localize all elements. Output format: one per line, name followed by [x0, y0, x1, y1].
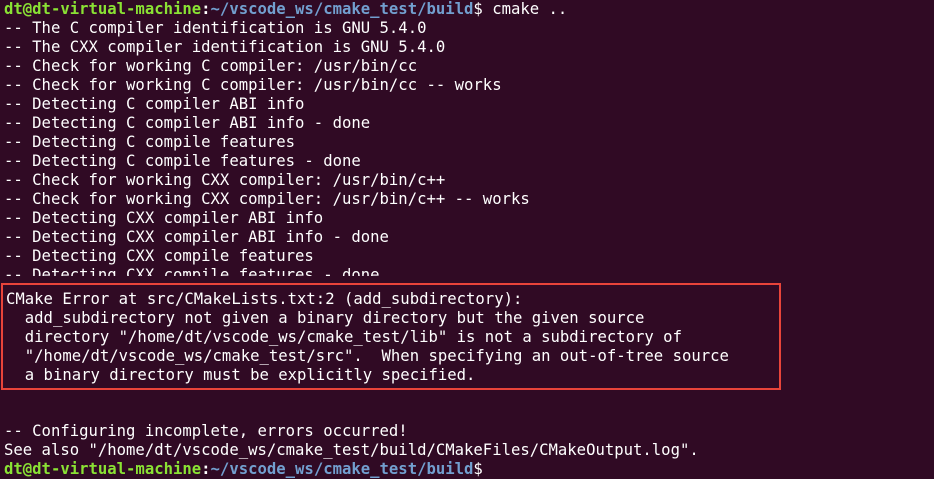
prompt-colon: : [201, 460, 211, 478]
prompt-user-host: dt@dt-virtual-machine [4, 0, 202, 18]
output-line: -- The C compiler identification is GNU … [4, 19, 427, 37]
command-line: dt@dt-virtual-machine:~/vscode_ws/cmake_… [4, 0, 934, 19]
prompt-symbol: $ [473, 460, 483, 478]
error-line: "/home/dt/vscode_ws/cmake_test/src". Whe… [6, 347, 729, 365]
terminal-window[interactable]: dt@dt-virtual-machine:~/vscode_ws/cmake_… [0, 0, 934, 479]
prompt-colon: : [201, 0, 211, 18]
output-line: -- The CXX compiler identification is GN… [4, 38, 446, 56]
log-hint-line: See also "/home/dt/vscode_ws/cmake_test/… [4, 441, 699, 459]
error-line: add_subdirectory not given a binary dire… [6, 309, 645, 327]
output-line: -- Check for working CXX compiler: /usr/… [4, 190, 530, 208]
output-line: -- Check for working C compiler: /usr/bi… [4, 57, 418, 75]
prompt-path: ~/vscode_ws/cmake_test/build [210, 0, 474, 18]
output-line: -- Detecting CXX compile features [4, 247, 314, 265]
status-line: -- Configuring incomplete, errors occurr… [4, 422, 408, 440]
error-line: a binary directory must be explicitly sp… [6, 366, 476, 384]
output-line: -- Detecting C compile features - done [4, 152, 361, 170]
prompt-path: ~/vscode_ws/cmake_test/build [210, 460, 474, 478]
prompt-user-host: dt@dt-virtual-machine [4, 460, 202, 478]
error-line: directory "/home/dt/vscode_ws/cmake_test… [6, 328, 682, 346]
output-line: -- Check for working C compiler: /usr/bi… [4, 76, 502, 94]
error-line: CMake Error at src/CMakeLists.txt:2 (add… [6, 290, 523, 308]
output-line: -- Detecting C compile features [4, 133, 296, 151]
output-line: -- Detecting C compiler ABI info - done [4, 114, 371, 132]
prompt-symbol: $ [473, 0, 483, 18]
output-line: -- Detecting CXX compile features - done [4, 266, 380, 276]
text-cursor [483, 460, 492, 477]
final-prompt-line[interactable]: dt@dt-virtual-machine:~/vscode_ws/cmake_… [4, 460, 699, 479]
footer-output: -- Configuring incomplete, errors occurr… [4, 422, 699, 479]
output-line: -- Detecting CXX compiler ABI info - don… [4, 228, 389, 246]
output-line: -- Check for working CXX compiler: /usr/… [4, 171, 446, 189]
error-highlight-box: CMake Error at src/CMakeLists.txt:2 (add… [1, 283, 781, 390]
command-text: cmake .. [482, 0, 568, 18]
output-line: -- Detecting CXX compiler ABI info [4, 209, 324, 227]
output-line: -- Detecting C compiler ABI info [4, 95, 305, 113]
